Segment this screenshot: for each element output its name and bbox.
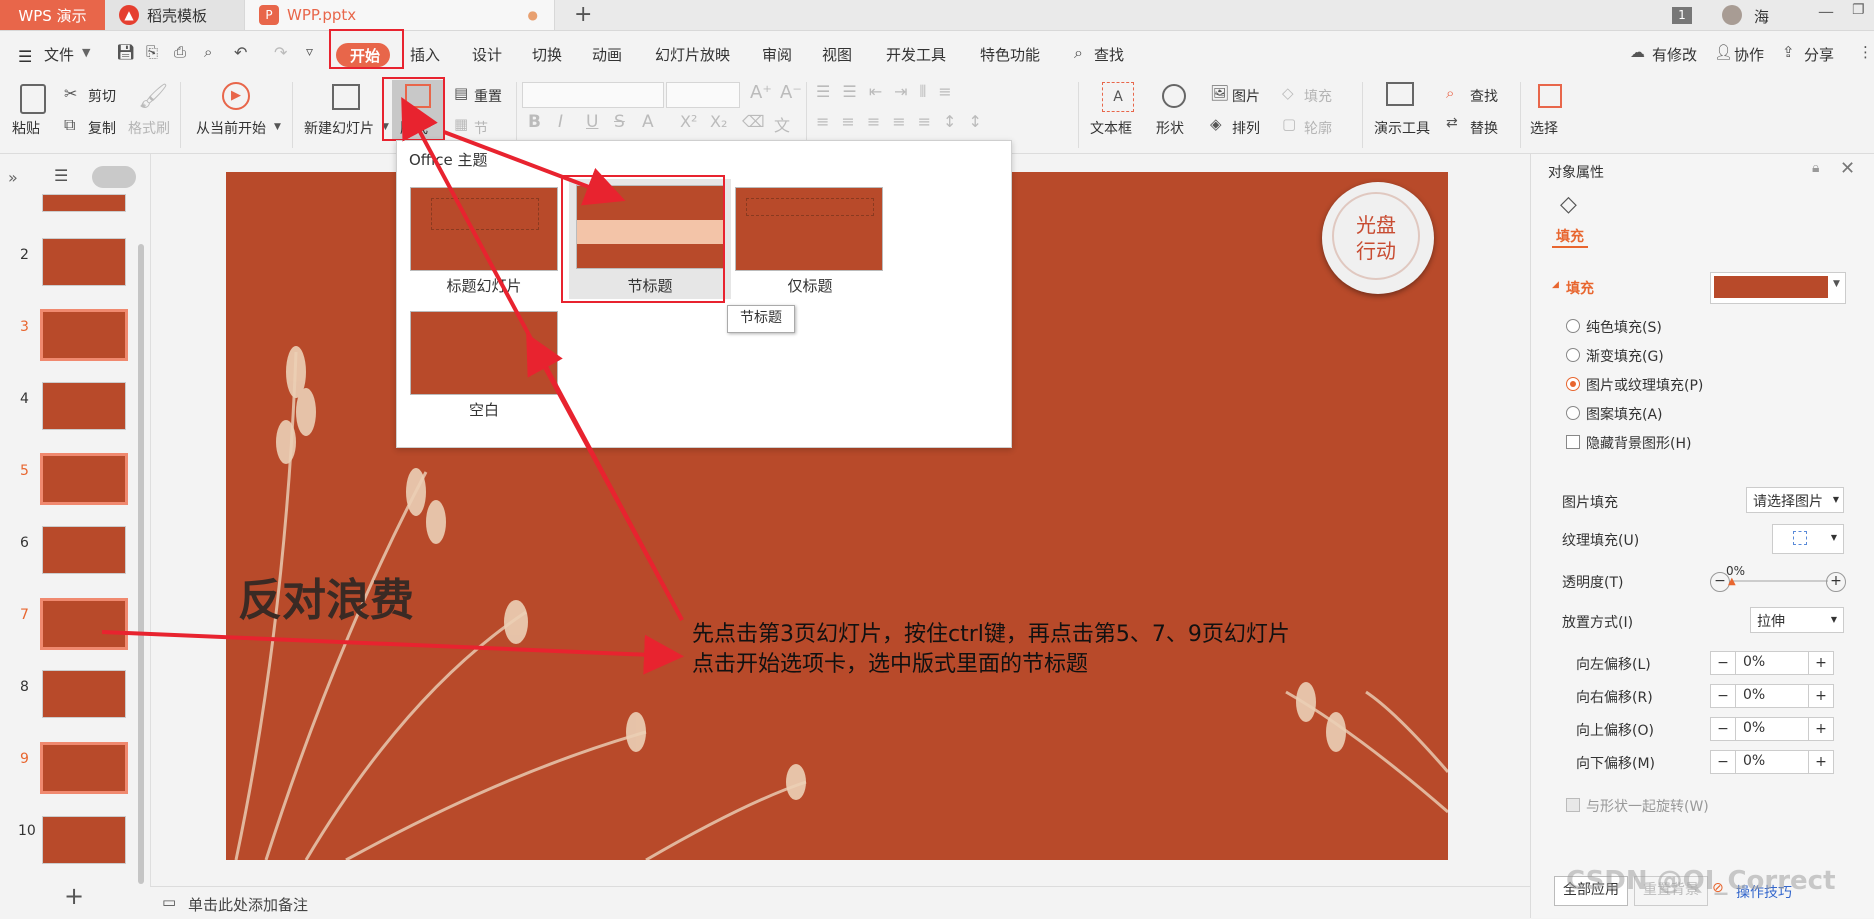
offset-up-label: 向上偏移(O): [1576, 723, 1654, 739]
picture-fill-label: 图片填充: [1562, 495, 1618, 511]
radio-picture[interactable]: [1566, 377, 1580, 391]
collapse-icon[interactable]: ◢: [1552, 280, 1559, 290]
offset-down-stepper[interactable]: −0% +: [1710, 750, 1834, 774]
option-pattern-fill[interactable]: 图案填充(A): [1586, 404, 1663, 424]
placement-value: 拉伸: [1757, 614, 1785, 630]
offset-left-value: 0%: [1743, 654, 1766, 670]
picture-fill-value: 请选择图片: [1753, 494, 1823, 510]
plus-icon[interactable]: +: [1808, 685, 1833, 707]
offset-up-value: 0%: [1743, 720, 1766, 736]
option-picture-fill[interactable]: 图片或纹理填充(P): [1586, 375, 1703, 395]
fill-tab[interactable]: 填充: [1556, 226, 1584, 246]
texture-swatch: [1793, 531, 1807, 545]
lock-icon[interactable]: 🔒︎: [1812, 160, 1819, 176]
offset-up-stepper[interactable]: −0% +: [1710, 717, 1834, 741]
chevron-down-icon: ▼: [1833, 279, 1840, 289]
pane-title[interactable]: 对象属性: [1548, 162, 1604, 182]
transparency-plus[interactable]: +: [1826, 572, 1846, 592]
chevron-down-icon: ▼: [1830, 615, 1837, 624]
radio-dot: [1570, 381, 1576, 387]
fill-preview-dropdown[interactable]: ▼: [1710, 272, 1846, 304]
plus-icon[interactable]: +: [1808, 652, 1833, 674]
transparency-slider[interactable]: [1732, 580, 1828, 582]
transparency-value: 0%: [1726, 564, 1746, 578]
plus-icon[interactable]: +: [1808, 751, 1833, 773]
chevron-down-icon: ▼: [1830, 533, 1837, 542]
option-gradient-fill[interactable]: 渐变填充(G): [1586, 346, 1664, 366]
offset-left-stepper[interactable]: −0% +: [1710, 651, 1834, 675]
texture-fill-label: 纹理填充(U): [1562, 533, 1640, 549]
radio-pattern[interactable]: [1566, 406, 1580, 420]
texture-fill-dropdown[interactable]: ▼: [1772, 524, 1844, 554]
placement-label: 放置方式(I): [1562, 615, 1634, 631]
offset-right-stepper[interactable]: −0% +: [1710, 684, 1834, 708]
minus-icon[interactable]: −: [1711, 718, 1736, 740]
offset-left-label: 向左偏移(L): [1576, 657, 1651, 673]
minus-icon[interactable]: −: [1711, 685, 1736, 707]
watermark: CSDN @QI_Correct: [1566, 866, 1836, 896]
placement-dropdown[interactable]: 拉伸 ▼: [1750, 607, 1844, 633]
radio-solid[interactable]: [1566, 319, 1580, 333]
offset-right-value: 0%: [1743, 687, 1766, 703]
plus-icon[interactable]: +: [1808, 718, 1833, 740]
rotate-with-shape-label[interactable]: 与形状一起旋转(W): [1586, 796, 1709, 816]
radio-gradient[interactable]: [1566, 348, 1580, 362]
fill-preview-swatch: [1714, 276, 1828, 298]
offset-down-value: 0%: [1743, 753, 1766, 769]
offset-right-label: 向右偏移(R): [1576, 690, 1653, 706]
minus-icon[interactable]: −: [1711, 751, 1736, 773]
picture-fill-dropdown[interactable]: 请选择图片 ▼: [1746, 487, 1844, 513]
close-icon[interactable]: ✕: [1840, 158, 1855, 179]
transparency-label: 透明度(T): [1562, 575, 1624, 591]
hide-bg-label[interactable]: 隐藏背景图形(H): [1586, 433, 1691, 453]
hide-bg-checkbox[interactable]: [1566, 435, 1580, 449]
fill-bucket-icon[interactable]: ◇: [1560, 192, 1577, 217]
chevron-down-icon: ▼: [1832, 495, 1839, 504]
minus-icon[interactable]: −: [1711, 652, 1736, 674]
notes-icon[interactable]: ▭: [162, 893, 176, 911]
tab-underline: [1552, 246, 1588, 248]
notes-placeholder[interactable]: 单击此处添加备注: [188, 894, 308, 915]
fill-section-title[interactable]: 填充: [1566, 278, 1594, 298]
offset-down-label: 向下偏移(M): [1576, 756, 1656, 772]
option-solid-fill[interactable]: 纯色填充(S): [1586, 317, 1662, 337]
canvas-scrollbar[interactable]: [1524, 160, 1534, 880]
notes-bar[interactable]: ▭ 单击此处添加备注: [150, 886, 1530, 919]
rotate-with-shape-checkbox[interactable]: [1566, 798, 1580, 812]
